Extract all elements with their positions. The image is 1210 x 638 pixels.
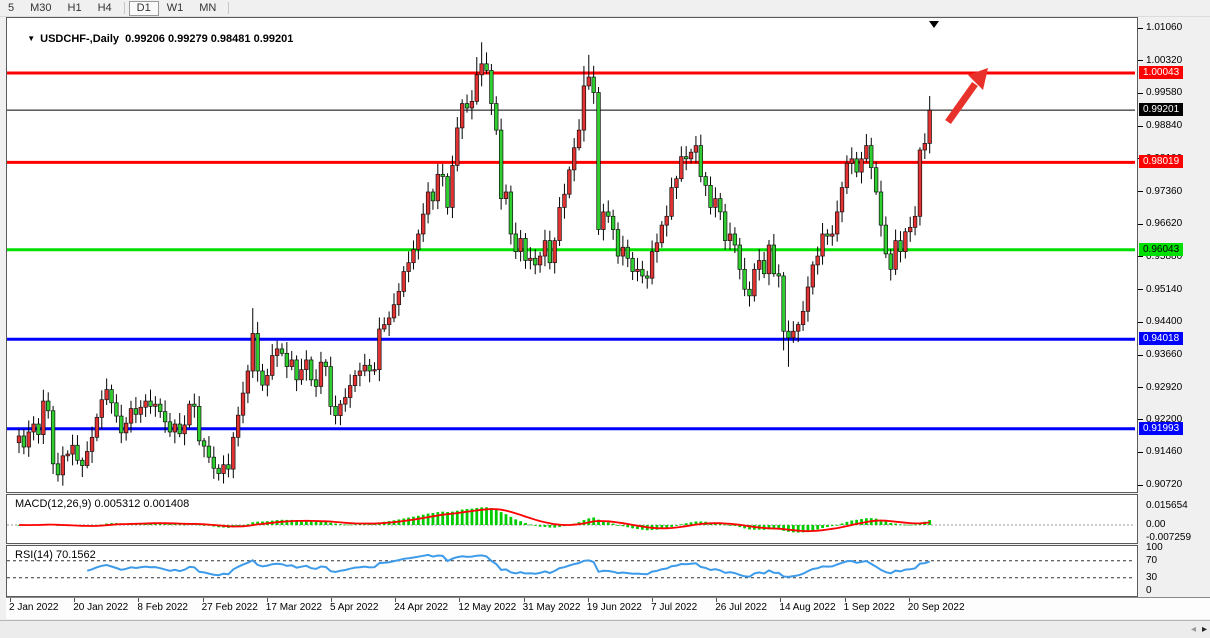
chart-title-symbol: USDCHF-,Daily <box>40 33 119 45</box>
macd-axis-label: 0.00 <box>1146 519 1165 530</box>
price-tick-label: 1.00320 <box>1146 55 1182 66</box>
rsi-axis-label: 70 <box>1146 555 1157 566</box>
rsi-axis-label: 100 <box>1146 542 1163 553</box>
macd-panel[interactable]: MACD(12,26,9) 0.005312 0.001408 <box>6 494 1138 544</box>
rsi-axis-label: 30 <box>1146 572 1157 583</box>
date-tick-label: 17 Mar 2022 <box>266 602 322 613</box>
price-tick-mark <box>1138 126 1143 127</box>
date-axis: 2 Jan 2022 20 Jan 2022 8 Feb 2022 27 Feb 20… <box>6 597 1210 619</box>
date-tick-label: 24 Apr 2022 <box>394 602 448 613</box>
rsi-label: RSI(14) 70.1562 <box>15 549 96 561</box>
price-tick-label: 0.92920 <box>1146 382 1182 393</box>
candlestick-chart <box>7 18 1135 490</box>
price-level-badge: 0.98019 <box>1139 155 1183 168</box>
chart-title-ohlc: 0.99206 0.99279 0.98481 0.99201 <box>125 33 293 45</box>
date-tick-label: 27 Feb 2022 <box>202 602 258 613</box>
toolbar-separator <box>124 2 125 14</box>
date-tick-label: 26 Jul 2022 <box>715 602 767 613</box>
timeframe-button-m30[interactable]: M30 <box>22 1 59 15</box>
date-tick-label: 14 Aug 2022 <box>779 602 835 613</box>
price-tick-mark <box>1138 289 1143 290</box>
price-tick-mark <box>1138 60 1143 61</box>
timeframe-toolbar: 5M30H1H4 D1W1MN <box>0 0 1210 17</box>
price-level-badge: 0.91993 <box>1139 422 1183 435</box>
tab-scroll-left-icon[interactable]: ◂ <box>1191 624 1196 636</box>
price-level-badge: 1.00043 <box>1139 66 1183 79</box>
toolbar-separator <box>228 2 229 14</box>
price-axis: 1.010601.003200.995800.988400.981000.973… <box>1138 17 1210 597</box>
date-tick-label: 19 Jun 2022 <box>587 602 642 613</box>
price-tick-mark <box>1138 28 1143 29</box>
timeframe-button-5[interactable]: 5 <box>0 1 22 15</box>
timeframe-button-h4[interactable]: H4 <box>90 1 120 15</box>
timeframe-button-mn[interactable]: MN <box>191 1 224 15</box>
macd-axis-label: 0.015654 <box>1146 500 1188 511</box>
rsi-chart <box>7 546 1135 594</box>
price-tick-mark <box>1138 355 1143 356</box>
date-tick-label: 8 Feb 2022 <box>137 602 188 613</box>
price-tick-label: 0.90720 <box>1146 479 1182 490</box>
price-tick-label: 0.98840 <box>1146 120 1182 131</box>
price-level-badge: 0.96043 <box>1139 243 1183 256</box>
rsi-panel[interactable]: RSI(14) 70.1562 <box>6 545 1138 597</box>
timeframe-button-d1[interactable]: D1 <box>129 1 159 16</box>
main-chart-panel[interactable]: ▼ USDCHF-,Daily 0.99206 0.99279 0.98481 0… <box>6 17 1138 493</box>
date-tick-label: 31 May 2022 <box>523 602 581 613</box>
price-tick-mark <box>1138 322 1143 323</box>
timeframe-button-h1[interactable]: H1 <box>60 1 90 15</box>
price-level-badge: 0.99201 <box>1139 103 1183 116</box>
price-tick-mark <box>1138 452 1143 453</box>
price-tick-mark <box>1138 387 1143 388</box>
date-tick-label: 5 Apr 2022 <box>330 602 378 613</box>
price-tick-label: 0.97360 <box>1146 186 1182 197</box>
price-tick-mark <box>1138 256 1143 257</box>
price-tick-label: 0.94400 <box>1146 316 1182 327</box>
price-level-badge: 0.94018 <box>1139 332 1183 345</box>
price-tick-mark <box>1138 191 1143 192</box>
price-tick-mark <box>1138 224 1143 225</box>
price-tick-label: 0.96620 <box>1146 218 1182 229</box>
date-tick-label: 1 Sep 2022 <box>844 602 895 613</box>
rsi-axis-label: 0 <box>1146 585 1152 596</box>
price-tick-label: 0.99580 <box>1146 87 1182 98</box>
chart-title: ▼ USDCHF-,Daily 0.99206 0.99279 0.98481 0… <box>15 21 293 57</box>
chart-dropdown-icon[interactable]: ▼ <box>27 34 35 43</box>
date-tick-label: 20 Jan 2022 <box>73 602 128 613</box>
timeframe-button-w1[interactable]: W1 <box>159 1 192 15</box>
price-tick-label: 1.01060 <box>1146 22 1182 33</box>
macd-label: MACD(12,26,9) 0.005312 0.001408 <box>15 498 189 510</box>
date-tick-label: 7 Jul 2022 <box>651 602 697 613</box>
date-tick-label: 12 May 2022 <box>458 602 516 613</box>
price-tick-label: 0.93660 <box>1146 349 1182 360</box>
date-tick-label: 20 Sep 2022 <box>908 602 965 613</box>
date-tick-label: 2 Jan 2022 <box>9 602 59 613</box>
price-tick-label: 0.91460 <box>1146 446 1182 457</box>
price-tick-label: 0.95140 <box>1146 284 1182 295</box>
tab-scroll-right-icon[interactable]: ▸ <box>1202 624 1207 636</box>
price-tick-mark <box>1138 485 1143 486</box>
price-tick-mark <box>1138 93 1143 94</box>
price-tick-mark <box>1138 419 1143 420</box>
chart-tab-bar: ◂ ▸ <box>0 620 1210 638</box>
